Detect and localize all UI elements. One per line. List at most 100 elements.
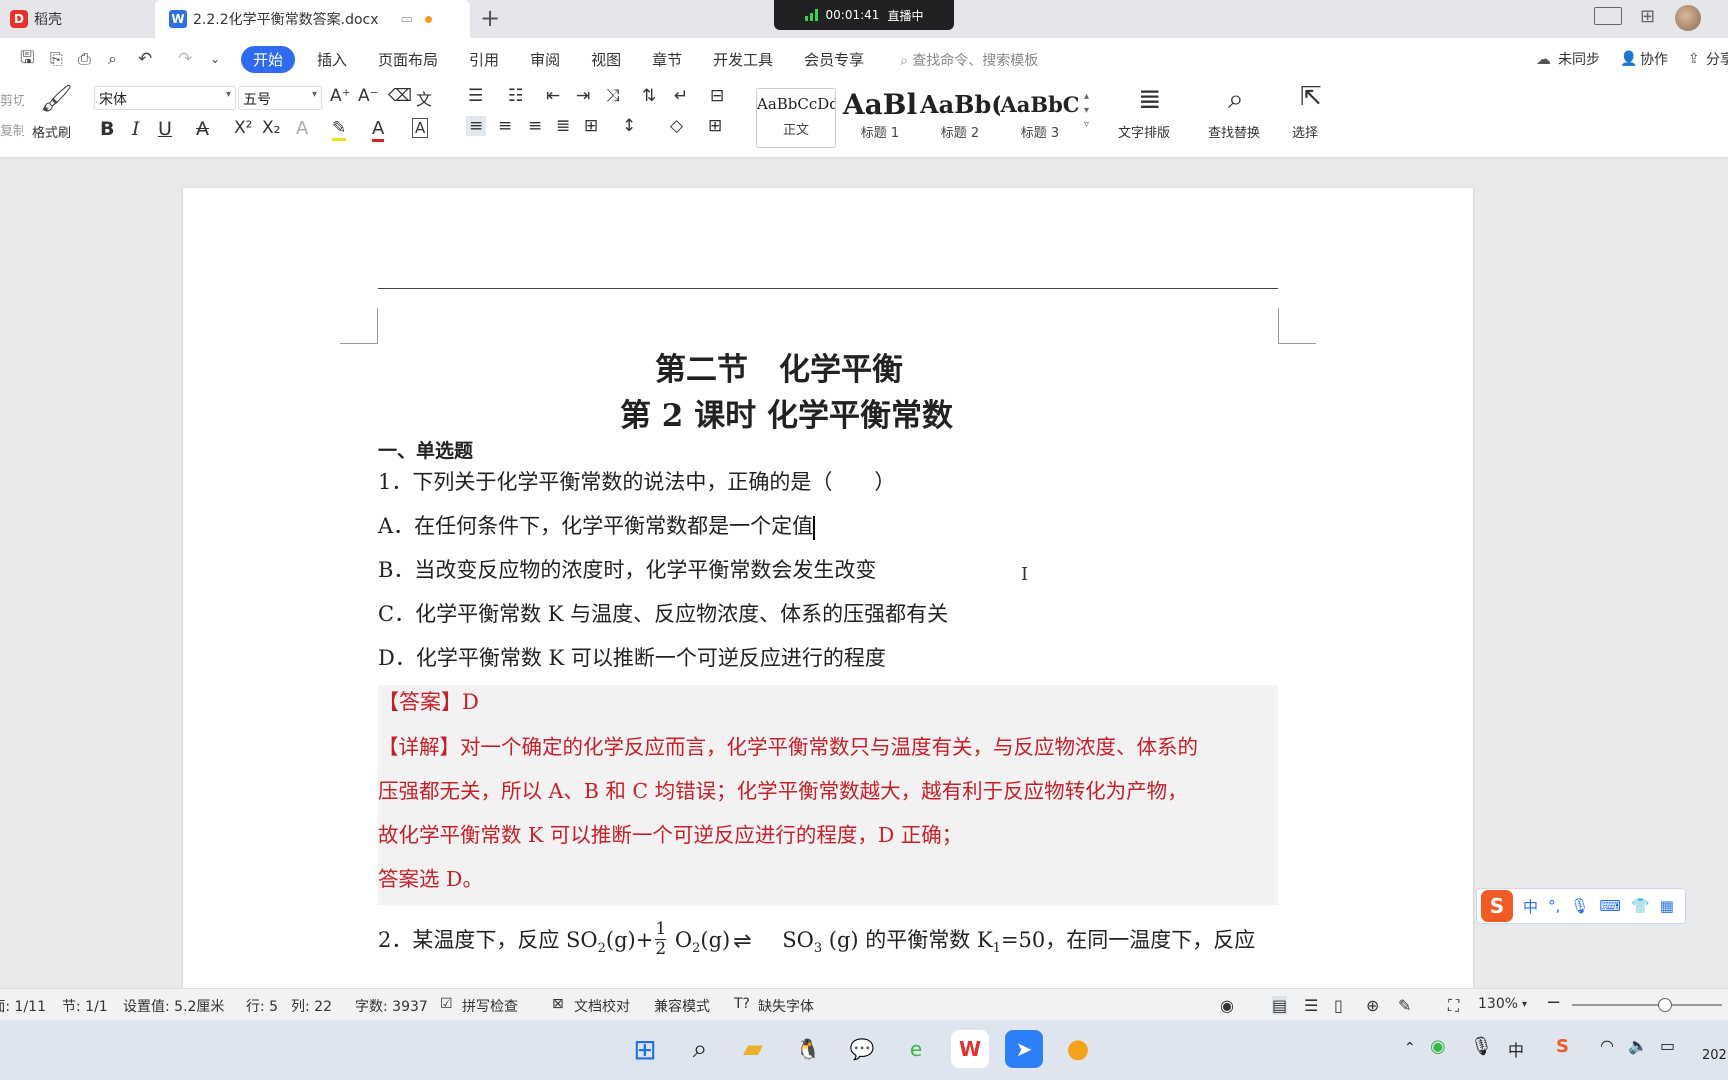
menu-view[interactable]: 视图 [591,49,621,70]
web-view-icon[interactable]: ⊕ [1366,996,1379,1015]
format-painter-button[interactable]: 格式刷 [32,122,71,141]
collab-button[interactable]: 协作 [1640,49,1668,69]
monitor-icon[interactable]: ▭ [401,12,413,27]
ime-toolbar[interactable]: S 中 °, 🎙 ⌨ 👕 ▦ [1476,888,1686,924]
strikethrough-icon[interactable]: A [196,118,209,140]
font-color-icon[interactable]: A [372,118,385,142]
live-app-icon[interactable]: ● [1059,1030,1097,1068]
distribute-icon[interactable]: ⊞ [584,116,598,136]
export-icon[interactable]: ⎘ [50,49,63,69]
layout-icon[interactable] [1594,7,1622,25]
table-border-icon[interactable]: ⊟ [710,86,724,106]
sync-status[interactable]: 未同步 [1558,49,1600,69]
undo-icon[interactable]: ↶ [138,49,152,69]
subscript-icon[interactable]: X₂ [262,118,280,138]
increase-indent-icon[interactable]: ⇥ [576,86,590,106]
menu-insert[interactable]: 插入 [317,49,347,70]
feishu-icon[interactable]: ➤ [1005,1030,1043,1068]
shading-icon[interactable]: ◇ [670,116,683,136]
text-layout-button[interactable]: 文字排版 [1118,122,1170,141]
toolbox-icon[interactable]: ▦ [1660,897,1674,915]
eye-protect-icon[interactable]: ◉ [1220,996,1234,1015]
page-count[interactable]: 页面: 1/11 [0,996,46,1016]
fit-page-icon[interactable]: ⛶ [1448,996,1459,1016]
zoom-out-icon[interactable]: − [1546,992,1561,1013]
menu-member[interactable]: 会员专享 [804,49,864,70]
grid-icon[interactable]: ⊞ [1640,6,1655,27]
decrease-indent-icon[interactable]: ⇤ [546,86,560,106]
clear-format-icon[interactable]: ⌫ [388,86,412,106]
windows-start-icon[interactable]: ⊞ [626,1030,664,1068]
preview-icon[interactable]: ⌕ [108,49,117,69]
chinese-layout-icon[interactable]: ⤨ [606,86,620,106]
menu-references[interactable]: 引用 [469,49,499,70]
justify-icon[interactable]: ≣ [556,116,570,136]
print-icon[interactable]: ⎙ [78,49,91,69]
share-button[interactable]: 分享 [1706,49,1728,69]
edge-icon[interactable]: e [897,1030,935,1068]
microphone-icon[interactable]: 🎙 [1570,897,1589,915]
superscript-icon[interactable]: X² [234,118,252,138]
underline-icon[interactable]: U [158,118,172,140]
qq-icon[interactable]: 🐧 [789,1030,827,1068]
zoom-slider-handle[interactable] [1658,998,1672,1012]
outline-view-icon[interactable]: ☰ [1304,996,1318,1015]
menu-page-layout[interactable]: 页面布局 [378,49,438,70]
customize-icon[interactable]: ⌄ [210,52,220,66]
select-button[interactable]: 选择 [1292,122,1318,141]
highlight-icon[interactable]: ✎ [332,118,347,141]
spell-check-button[interactable]: 拼写检查 [462,996,518,1016]
font-size-select[interactable]: 五号 ▾ [238,86,322,110]
bold-icon[interactable]: B [100,118,114,140]
proof-button[interactable]: 文档校对 [574,996,630,1016]
redo-icon[interactable]: ↷ [178,49,192,69]
styles-scroll-icon[interactable]: ▴ ▾ ▿ [1084,90,1089,132]
battery-icon[interactable]: ▭ [1660,1036,1675,1055]
menu-chapter[interactable]: 章节 [652,49,682,70]
numbered-list-icon[interactable]: ☷ [508,86,523,106]
show-marks-icon[interactable]: ↵ [674,86,688,106]
tab-document[interactable]: W 2.2.2化学平衡常数答案.docx ▭ [155,0,470,38]
keyboard-icon[interactable]: ⌨ [1599,897,1621,915]
clock[interactable]: 202 [1702,1048,1727,1063]
style-heading-1[interactable]: AaBl 标题 1 [840,88,920,148]
sort-icon[interactable]: ⇅ [642,86,656,106]
tray-ime-icon[interactable]: 中 [1508,1037,1524,1061]
zoom-level[interactable]: 130% [1478,996,1518,1012]
tray-sogou-icon[interactable]: S [1556,1036,1569,1057]
command-search[interactable]: ⌕ 查找命令、搜索模板 [900,50,1038,70]
zoom-slider[interactable] [1572,998,1722,1012]
tray-app-icon[interactable]: ◉ [1430,1036,1446,1057]
tray-mic-icon[interactable]: 🎙 [1470,1036,1493,1057]
text-effect-icon[interactable]: A [296,118,308,139]
tab-docer-home[interactable]: D 稻壳 [0,0,155,38]
find-replace-button[interactable]: 查找替换 [1208,122,1260,141]
char-border-icon[interactable]: A [412,118,429,138]
menu-review[interactable]: 审阅 [530,49,560,70]
align-left-icon[interactable]: ≡ [466,116,487,136]
menu-start[interactable]: 开始 [241,45,296,73]
grow-font-icon[interactable]: A⁺ [330,86,351,106]
wps-icon[interactable]: W [951,1030,989,1068]
reading-view-icon[interactable]: ▯ [1334,996,1343,1015]
line-spacing-icon[interactable]: ↕ [622,116,636,136]
avatar[interactable] [1675,5,1701,31]
italic-icon[interactable]: I [132,118,140,140]
skin-icon[interactable]: 👕 [1631,897,1650,915]
style-heading-2[interactable]: AaBb( 标题 2 [920,88,1000,148]
write-view-icon[interactable]: ✎ [1398,996,1411,1015]
file-explorer-icon[interactable]: ▰ [734,1030,772,1068]
phonetic-icon[interactable]: 文 [416,86,432,110]
bullet-list-icon[interactable]: ☰ [468,86,483,106]
borders-icon[interactable]: ⊞ [708,116,722,136]
wifi-icon[interactable]: ◠ [1600,1036,1614,1055]
missing-font-button[interactable]: 缺失字体 [758,996,814,1016]
font-family-select[interactable]: 宋体 ▾ [94,86,236,110]
tray-chevron-icon[interactable]: ⌃ [1404,1040,1416,1056]
ime-punct[interactable]: °, [1548,897,1560,915]
style-normal[interactable]: AaBbCcDd 正文 [756,88,836,148]
new-tab-button[interactable]: + [480,4,500,32]
menu-developer[interactable]: 开发工具 [713,49,773,70]
volume-icon[interactable]: 🔈 [1628,1036,1648,1055]
cut-button[interactable]: 剪切 [0,90,24,109]
